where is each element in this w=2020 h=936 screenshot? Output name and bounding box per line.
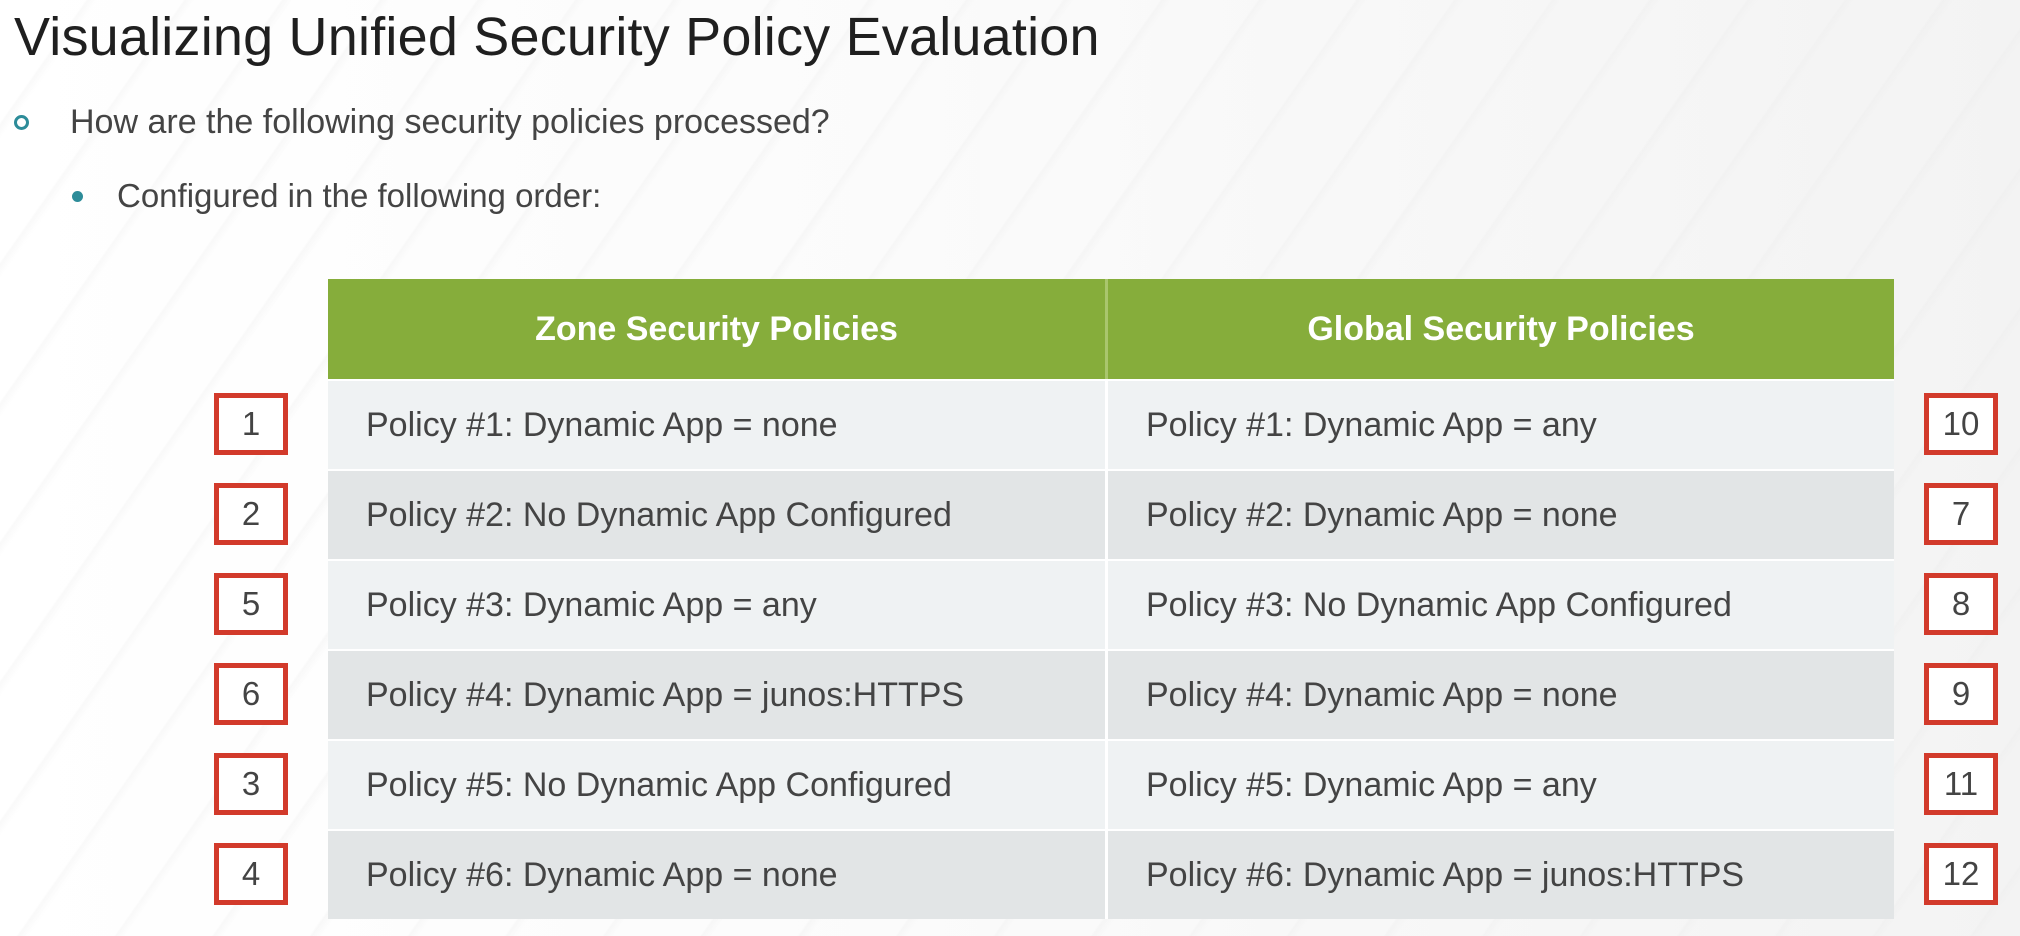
zone-order-box: 4	[214, 843, 288, 905]
header-global-security-policies: Global Security Policies	[1108, 279, 1894, 379]
zone-order-box: 1	[214, 393, 288, 455]
hollow-circle-bullet-icon	[14, 114, 29, 130]
global-policy-cell: Policy #4: Dynamic App = none	[1108, 651, 1894, 739]
global-order-box: 9	[1924, 663, 1998, 725]
table-row: Policy #2: No Dynamic App Configured Pol…	[328, 469, 1894, 559]
policy-table: Zone Security Policies Global Security P…	[328, 279, 1894, 919]
zone-order-box: 3	[214, 753, 288, 815]
table-body: Policy #1: Dynamic App = none Policy #1:…	[328, 379, 1894, 919]
global-order-box: 8	[1924, 573, 1998, 635]
zone-policy-cell: Policy #2: No Dynamic App Configured	[328, 471, 1108, 559]
global-order-box: 10	[1924, 393, 1998, 455]
global-policy-cell: Policy #2: Dynamic App = none	[1108, 471, 1894, 559]
table-row: Policy #6: Dynamic App = none Policy #6:…	[328, 829, 1894, 919]
slide: Visualizing Unified Security Policy Eval…	[0, 0, 2020, 936]
bullet-level-2: Configured in the following order:	[72, 173, 601, 219]
global-policy-cell: Policy #3: No Dynamic App Configured	[1108, 561, 1894, 649]
zone-order-box: 5	[214, 573, 288, 635]
zone-policy-cell: Policy #1: Dynamic App = none	[328, 381, 1108, 469]
table-row: Policy #4: Dynamic App = junos:HTTPS Pol…	[328, 649, 1894, 739]
zone-order-box: 6	[214, 663, 288, 725]
bullet-level-1-text: How are the following security policies …	[70, 102, 830, 141]
global-policy-cell: Policy #6: Dynamic App = junos:HTTPS	[1108, 831, 1894, 919]
global-order-box: 7	[1924, 483, 1998, 545]
slide-title: Visualizing Unified Security Policy Eval…	[14, 7, 1100, 67]
table-row: Policy #5: No Dynamic App Configured Pol…	[328, 739, 1894, 829]
global-policy-cell: Policy #5: Dynamic App = any	[1108, 741, 1894, 829]
zone-policy-cell: Policy #3: Dynamic App = any	[328, 561, 1108, 649]
bullet-level-2-text: Configured in the following order:	[117, 177, 602, 214]
zone-policy-cell: Policy #5: No Dynamic App Configured	[328, 741, 1108, 829]
filled-circle-bullet-icon	[72, 190, 83, 202]
global-order-box: 12	[1924, 843, 1998, 905]
bullet-level-1: How are the following security policies …	[14, 98, 830, 146]
table-header-row: Zone Security Policies Global Security P…	[328, 279, 1894, 379]
zone-policy-cell: Policy #4: Dynamic App = junos:HTTPS	[328, 651, 1108, 739]
global-policy-cell: Policy #1: Dynamic App = any	[1108, 381, 1894, 469]
zone-order-box: 2	[214, 483, 288, 545]
zone-policy-cell: Policy #6: Dynamic App = none	[328, 831, 1108, 919]
table-row: Policy #3: Dynamic App = any Policy #3: …	[328, 559, 1894, 649]
header-zone-security-policies: Zone Security Policies	[328, 279, 1108, 379]
global-order-box: 11	[1924, 753, 1998, 815]
table-row: Policy #1: Dynamic App = none Policy #1:…	[328, 379, 1894, 469]
